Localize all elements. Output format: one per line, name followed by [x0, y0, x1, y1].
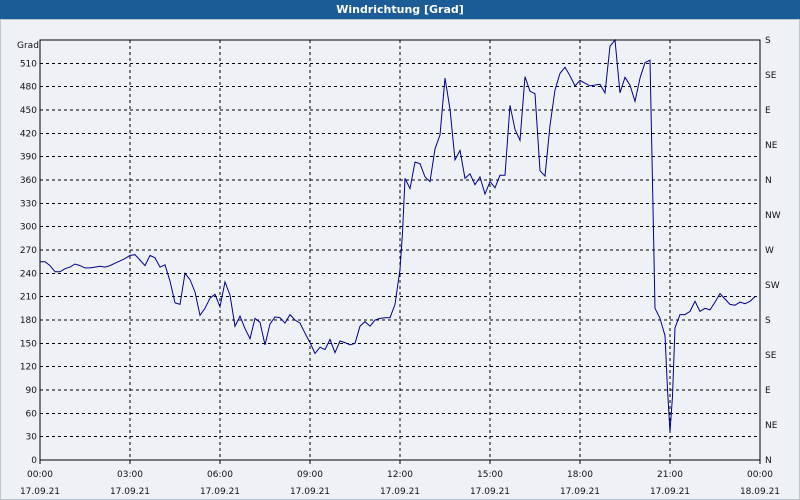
right-tick-label: S [765, 36, 771, 46]
right-tick-label: SE [765, 351, 777, 361]
wind-direction-line [40, 38, 756, 433]
right-tick-label: E [765, 386, 771, 396]
right-tick-label: S [765, 316, 771, 326]
y-tick-label: 330 [20, 199, 37, 209]
right-axis-ticks: N NE E SE S SW W NW N NE E SE S [765, 36, 781, 466]
right-tick-label: N [765, 456, 772, 466]
x-tick-time: 12:00 [387, 470, 413, 480]
y-tick-label: 450 [20, 106, 37, 116]
y-axis-label: Grad [17, 41, 39, 51]
y-tick-label: 510 [20, 59, 37, 69]
x-tick-date: 17.09.21 [380, 487, 420, 497]
x-tick-date: 17.09.21 [200, 487, 240, 497]
x-tick-time: 06:00 [207, 470, 233, 480]
x-tick-date: 17.09.21 [650, 487, 690, 497]
y-axis-ticks: 0 30 60 90 120 150 180 210 240 270 300 330 360 390 420… [20, 59, 37, 466]
y-tick-label: 0 [31, 456, 37, 466]
y-tick-label: 150 [20, 339, 37, 349]
y-tick-label: 180 [20, 316, 37, 326]
x-tick-date: 17.09.21 [470, 487, 510, 497]
right-tick-label: SW [765, 281, 780, 291]
y-tick-label: 480 [20, 83, 37, 93]
right-tick-label: W [765, 246, 774, 256]
y-tick-label: 390 [20, 153, 37, 163]
x-tick-time: 15:00 [477, 470, 503, 480]
grid [40, 40, 760, 460]
chart-canvas: Grad 0 30 60 90 120 150 180 210 240 270 300 330 360 3… [17, 36, 781, 497]
y-tick-label: 90 [26, 386, 38, 396]
y-tick-label: 120 [20, 363, 37, 373]
right-tick-label: NE [765, 141, 778, 151]
y-tick-label: 300 [20, 223, 37, 233]
right-tick-label: E [765, 106, 771, 116]
y-tick-label: 420 [20, 129, 37, 139]
x-axis-ticks: 00:00 17.09.21 03:00 17.09.21 06:00 17.09.21 0… [20, 460, 780, 497]
x-tick-date: 17.09.21 [290, 487, 330, 497]
x-tick-time: 18:00 [567, 470, 593, 480]
x-tick-time: 00:00 [27, 470, 53, 480]
right-tick-label: NE [765, 421, 778, 431]
x-tick-date: 17.09.21 [20, 487, 60, 497]
y-tick-label: 270 [20, 246, 37, 256]
right-tick-label: N [765, 176, 772, 186]
y-tick-label: 240 [20, 269, 37, 279]
x-tick-date: 18.09.21 [740, 487, 780, 497]
x-tick-date: 17.09.21 [110, 487, 150, 497]
right-tick-label: NW [765, 211, 781, 221]
y-tick-label: 210 [20, 293, 37, 303]
right-tick-label: SE [765, 71, 777, 81]
x-tick-time: 21:00 [657, 470, 683, 480]
x-tick-time: 00:00 [747, 470, 773, 480]
y-tick-label: 360 [20, 176, 37, 186]
y-tick-label: 60 [26, 409, 38, 419]
x-tick-time: 03:00 [117, 470, 143, 480]
x-tick-date: 17.09.21 [560, 487, 600, 497]
x-tick-time: 09:00 [297, 470, 323, 480]
y-tick-label: 30 [26, 433, 38, 443]
